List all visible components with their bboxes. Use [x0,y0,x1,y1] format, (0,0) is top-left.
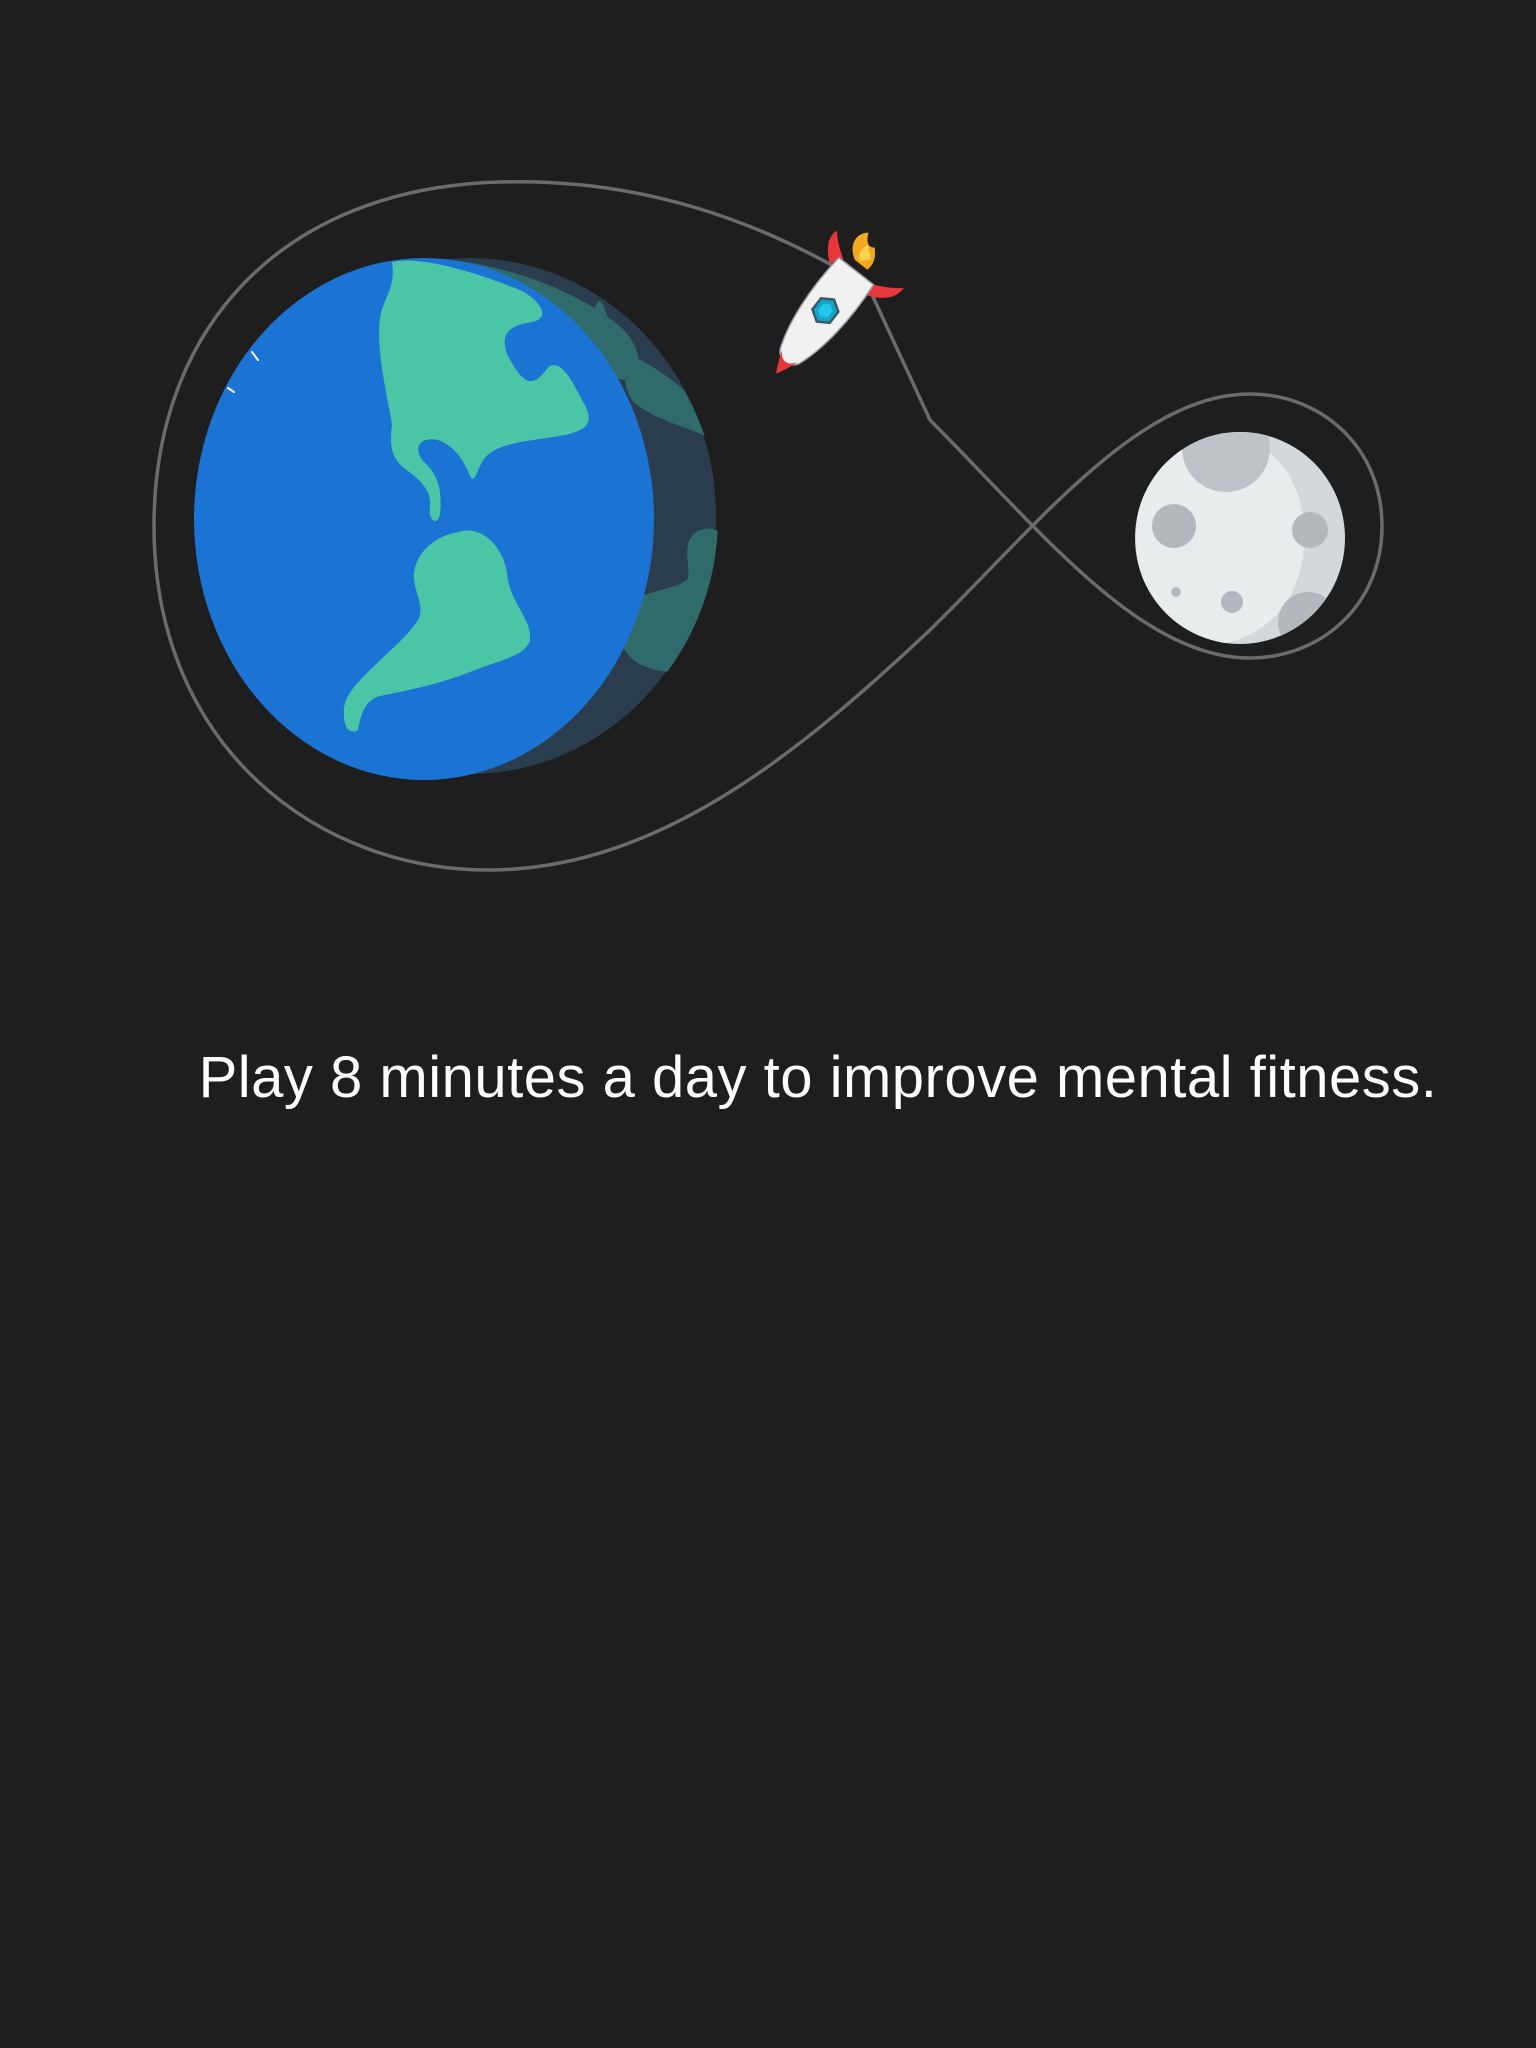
rocket-icon [776,230,904,374]
space-illustration [152,179,1384,872]
earth-globe-icon [194,258,718,780]
tagline-text: Play 8 minutes a day to improve mental f… [198,1045,1438,1110]
moon-icon [1135,432,1345,644]
